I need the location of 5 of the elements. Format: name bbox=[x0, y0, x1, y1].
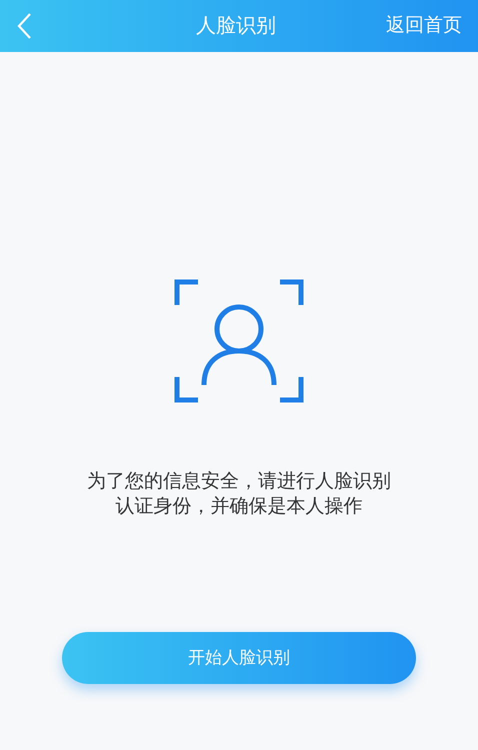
instruction-text: 为了您的信息安全，请进行人脸识别认证身份，并确保是本人操作 bbox=[86, 470, 392, 519]
page-title: 人脸识别 bbox=[196, 14, 276, 39]
home-link[interactable]: 返回首页 bbox=[386, 12, 462, 40]
start-face-recognition-button[interactable]: 开始人脸识别 bbox=[62, 632, 416, 684]
face-scan-icon bbox=[174, 279, 304, 403]
